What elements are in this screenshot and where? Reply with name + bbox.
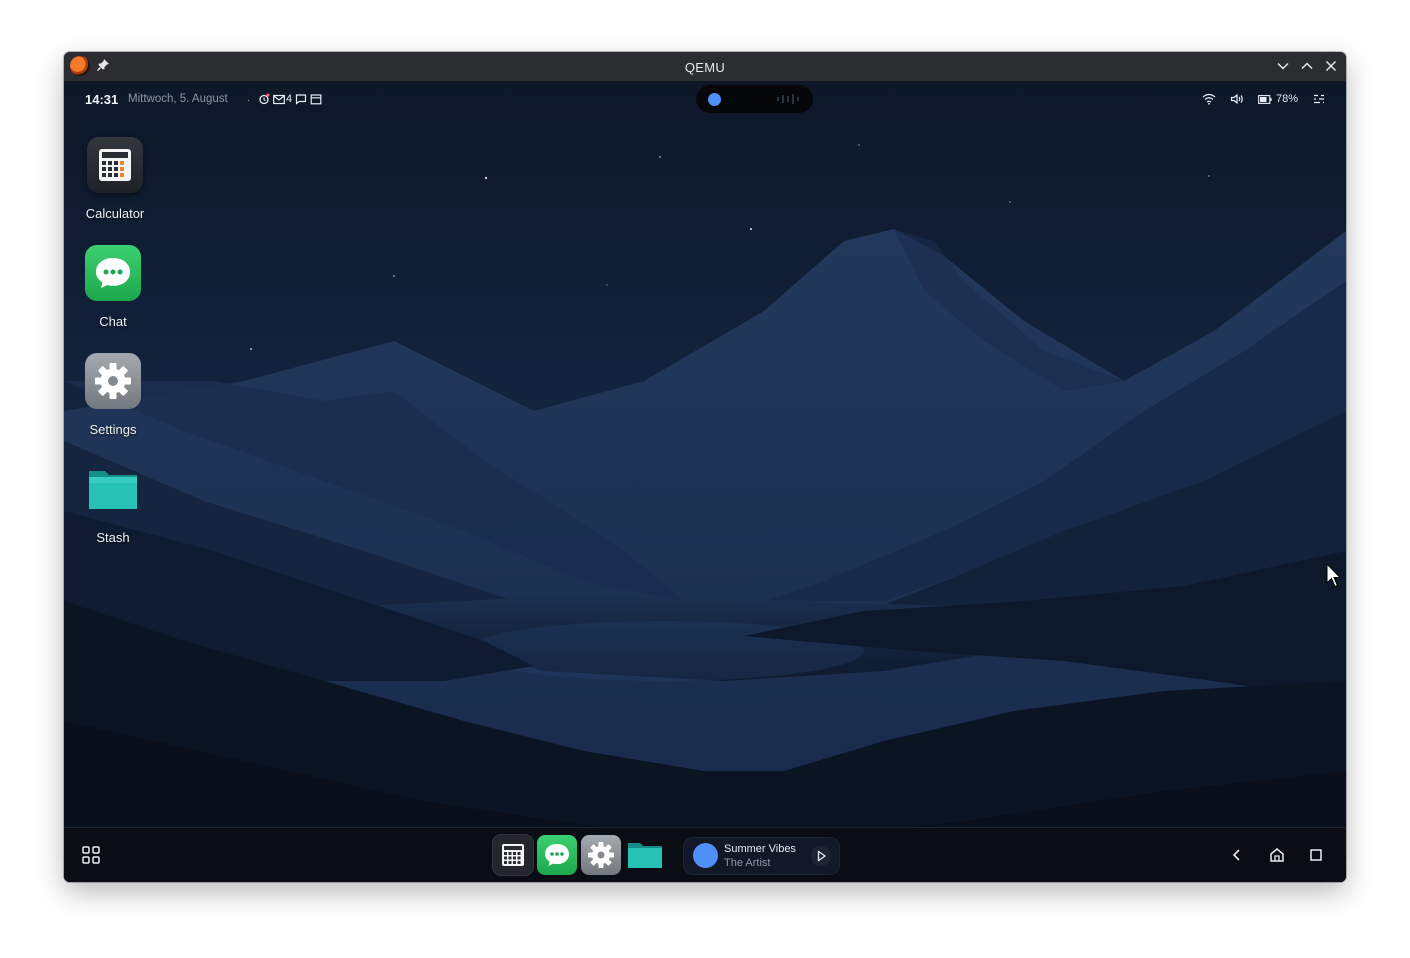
mail-icon [273,94,285,104]
desktop-icon-label: Stash [96,530,130,545]
desktop-icon-label: Calculator [85,206,145,221]
folder-icon [85,461,141,517]
play-icon [817,850,827,862]
dock-settings-icon[interactable] [581,835,621,875]
back-icon[interactable] [1228,846,1246,864]
system-tray[interactable]: 78% [1202,91,1326,107]
media-player-widget[interactable]: Summer Vibes The Artist [683,837,840,875]
recents-icon[interactable] [1307,846,1325,864]
quick-settings-icon[interactable] [1312,93,1326,105]
dock-calculator-icon[interactable] [493,835,533,875]
date: Mittwoch, 5. August [128,93,228,105]
desktop-icon-label: Settings [89,422,137,437]
chat-icon [85,245,141,301]
window-title: QEMU [684,60,726,75]
home-icon[interactable] [1268,846,1286,864]
guest-screen[interactable]: 14:31 Mittwoch, 5. August . 4 78% Calcul… [64,81,1346,882]
battery-icon [1258,94,1272,104]
battery-indicator[interactable]: 78% [1258,93,1298,105]
clock: 14:31 [85,92,119,107]
desktop-icon-stash[interactable]: Stash [73,461,153,545]
battery-percent: 78% [1275,93,1298,105]
play-button[interactable] [811,846,831,866]
desktop-icon-label: Chat [99,314,127,329]
desktop-icon-settings[interactable]: Settings [73,353,153,437]
media-indicator-dot [708,93,721,106]
dynamic-island[interactable] [696,85,813,113]
mail-count: 4 [286,93,293,105]
album-art [693,843,718,868]
settings-gear-icon [85,353,141,409]
qemu-window: QEMU 14:31 Mittwoch, 5. August . 4 78% C… [64,52,1346,882]
desktop-icon-chat[interactable]: Chat [73,245,153,329]
desktop-icon-calculator[interactable]: Calculator [75,137,155,221]
volume-icon[interactable] [1230,93,1244,105]
media-artist: The Artist [724,857,771,869]
mountain-lake-wallpaper [64,81,1346,882]
minimize-icon[interactable] [1275,58,1291,74]
calculator-icon [87,137,143,193]
dock [493,832,665,878]
status-bar: 14:31 Mittwoch, 5. August . 4 78% [64,81,1346,117]
maximize-icon[interactable] [1299,58,1315,74]
alarm-icon [259,93,270,105]
app-grid-icon[interactable] [79,843,103,867]
sms-icon [296,94,307,105]
calendar-icon [310,94,322,105]
close-icon[interactable] [1323,58,1339,74]
separator: . [247,92,251,104]
media-title: Summer Vibes [724,843,796,855]
dock-stash-folder-icon[interactable] [625,835,665,875]
wifi-icon[interactable] [1202,93,1216,105]
audio-wave-icon [777,94,799,104]
taskbar: Summer Vibes The Artist [64,827,1346,882]
notification-icons[interactable]: 4 [258,92,322,106]
dock-chat-icon[interactable] [537,835,577,875]
mouse-cursor-icon [1326,563,1342,588]
window-titlebar[interactable]: QEMU [64,52,1346,81]
